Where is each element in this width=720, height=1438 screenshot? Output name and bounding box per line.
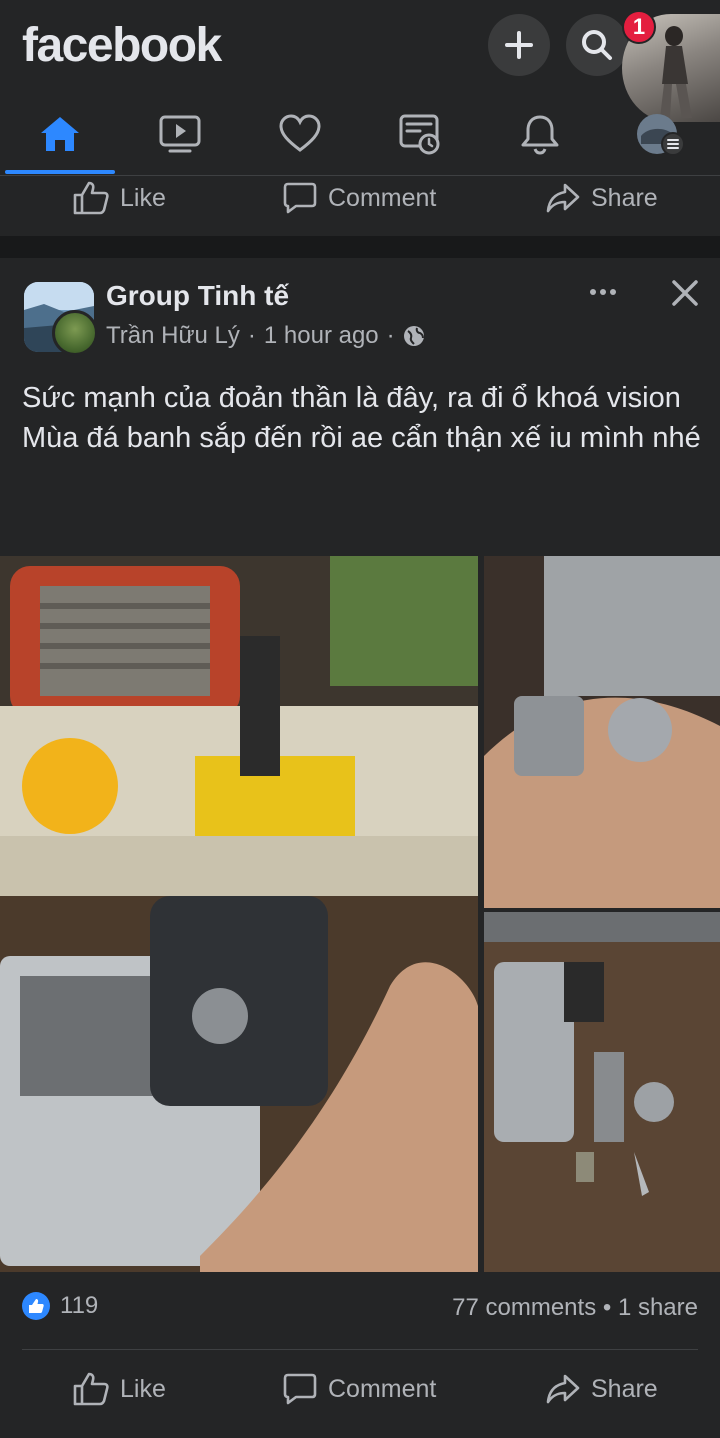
meta-separator: · [386, 322, 395, 349]
video-icon [159, 115, 201, 153]
reactions-summary[interactable]: 119 [22, 1292, 98, 1320]
tab-bar [0, 98, 720, 170]
thumbs-up-filled-icon [29, 1299, 44, 1313]
photo-top-right[interactable] [484, 556, 720, 908]
tab-home[interactable] [0, 98, 120, 170]
share-icon [546, 183, 580, 213]
comment-label: Comment [328, 183, 437, 212]
comment-icon [283, 182, 317, 214]
comment-icon [283, 1373, 317, 1405]
active-tab-indicator [5, 170, 115, 174]
thumbs-up-icon [73, 1372, 109, 1406]
like-button[interactable]: Like [72, 1360, 166, 1418]
comment-label: Comment [328, 1374, 437, 1403]
share-button-previous[interactable]: Share [545, 176, 658, 220]
tab-menu[interactable] [600, 98, 720, 170]
like-label: Like [120, 183, 166, 212]
comment-button[interactable]: Comment [282, 1360, 436, 1418]
photo-main[interactable] [0, 556, 478, 1272]
author-name[interactable]: Trần Hữu Lý [106, 322, 240, 350]
lock-cylinder-photo-icon [484, 556, 720, 908]
post-text-line: Mùa đá banh sắp đến rồi ae cẩn thận xế i… [22, 422, 701, 454]
post-stats: 119 77 comments • 1 share [0, 1290, 720, 1334]
meta-separator: · [247, 322, 256, 349]
hide-post-button[interactable] [670, 278, 700, 308]
share-label: Share [591, 183, 658, 212]
menu-icon [637, 114, 685, 156]
like-button-previous[interactable]: Like [72, 176, 166, 220]
bell-icon [521, 115, 559, 155]
create-button[interactable] [488, 14, 550, 76]
key-machine-photo-icon [0, 556, 478, 1272]
home-icon [41, 117, 79, 151]
memories-icon [399, 114, 440, 155]
more-options-button[interactable] [588, 282, 618, 302]
plus-icon [505, 31, 533, 59]
more-dots-icon [590, 289, 616, 295]
like-count: 119 [60, 1292, 99, 1319]
author-avatar[interactable] [52, 310, 98, 356]
comments-shares-count[interactable]: 77 comments • 1 share [452, 1294, 698, 1322]
tab-watch[interactable] [120, 98, 240, 170]
previous-post-actions: Like Comment Share [0, 176, 720, 236]
lock-parts-photo-icon [484, 912, 720, 1272]
post-text-line: Sức mạnh của đoản thần là đây, ra đi ổ k… [22, 382, 681, 414]
share-button[interactable]: Share [545, 1360, 658, 1418]
facebook-logo[interactable]: facebook [22, 18, 222, 73]
post-actions: Like Comment Share [0, 1360, 720, 1418]
globe-icon [403, 326, 424, 346]
divider [22, 1349, 698, 1350]
tab-memories[interactable] [360, 98, 480, 170]
group-name[interactable]: Group Tinh tế [106, 280, 289, 312]
post-meta: Trần Hữu Lý · 1 hour ago · [106, 322, 425, 350]
tab-dating[interactable] [240, 98, 360, 170]
search-icon [582, 30, 612, 60]
top-bar: facebook 1 [0, 0, 720, 176]
like-reaction-icon [22, 1292, 50, 1320]
notification-badge: 1 [622, 10, 656, 44]
comment-button-previous[interactable]: Comment [282, 176, 436, 220]
share-label: Share [591, 1374, 658, 1403]
photo-bottom-right[interactable] [484, 912, 720, 1272]
post-time[interactable]: 1 hour ago [264, 322, 379, 350]
heart-icon [279, 114, 321, 152]
search-button[interactable] [566, 14, 628, 76]
share-icon [546, 1374, 580, 1404]
tab-notifications[interactable] [480, 98, 600, 170]
thumbs-up-icon [73, 181, 109, 215]
close-icon [672, 280, 698, 306]
like-label: Like [120, 1374, 166, 1403]
post-text: Sức mạnh của đoản thần là đây, ra đi ổ k… [22, 378, 702, 458]
